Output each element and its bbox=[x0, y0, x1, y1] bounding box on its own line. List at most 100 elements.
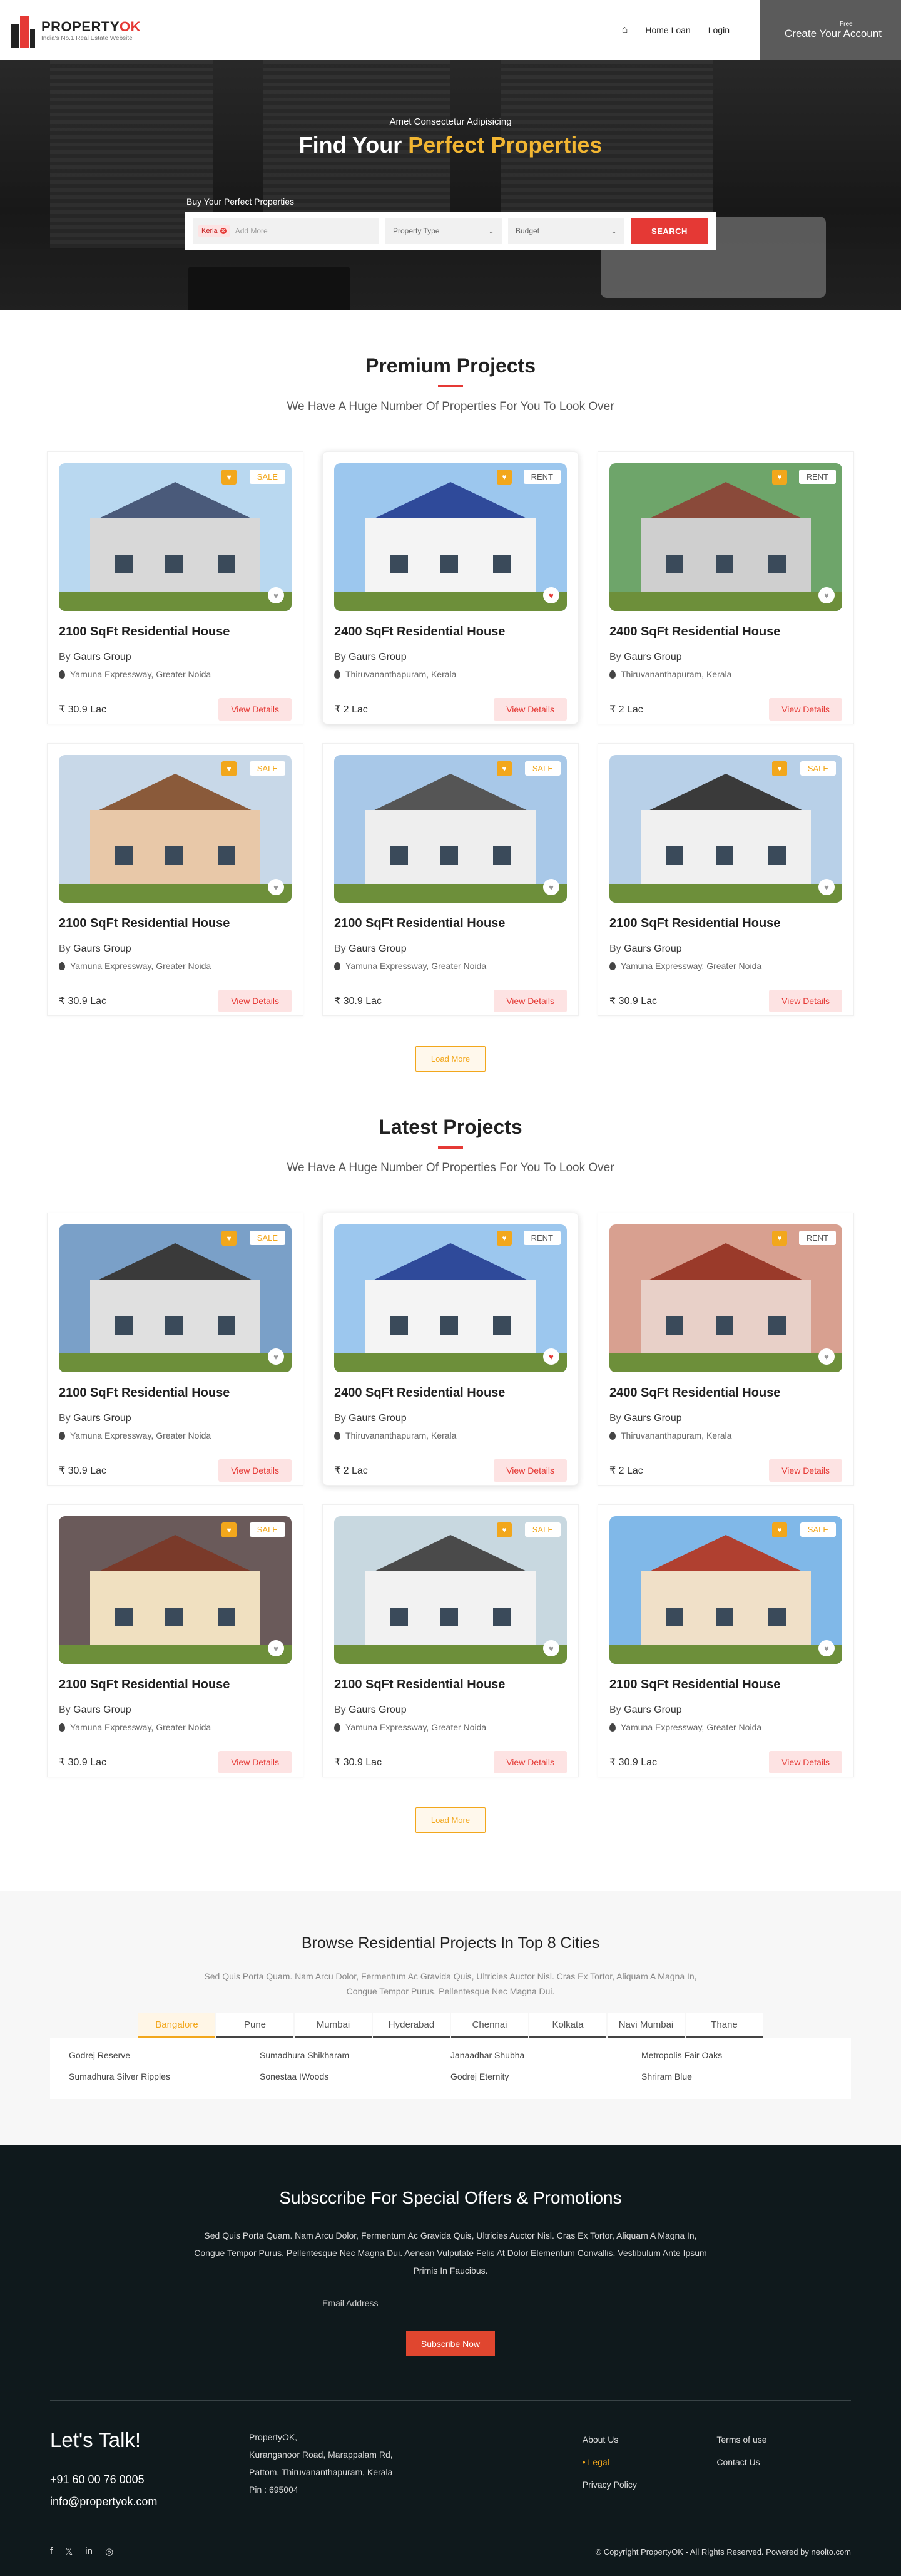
twitter-icon[interactable]: 𝕏 bbox=[65, 2546, 73, 2557]
property-card[interactable]: ♥ SALE ♥ 2100 SqFt Residential House By Gaur… bbox=[47, 1504, 303, 1777]
featured-icon[interactable]: ♥ bbox=[772, 1231, 787, 1246]
view-details-button[interactable]: View Details bbox=[494, 1459, 567, 1482]
featured-icon[interactable]: ♥ bbox=[497, 761, 512, 776]
tab-city[interactable]: Kolkata bbox=[529, 2013, 606, 2038]
view-details-button[interactable]: View Details bbox=[769, 990, 842, 1012]
phone-link[interactable]: +91 60 00 76 0005 bbox=[50, 2473, 249, 2486]
city-project-link[interactable]: Sumadhura Shikharam bbox=[260, 2050, 450, 2060]
property-card[interactable]: ♥ SALE ♥ 2100 SqFt Residential House By Gaur… bbox=[598, 1504, 854, 1777]
property-title[interactable]: 2400 SqFt Residential House bbox=[609, 625, 842, 639]
budget-select[interactable]: Budget ⌄ bbox=[508, 218, 624, 244]
featured-icon[interactable]: ♥ bbox=[497, 1231, 512, 1246]
home-icon[interactable]: ⌂ bbox=[622, 24, 628, 36]
property-card[interactable]: ♥ RENT ♥ 2400 SqFt Residential House By Gaur… bbox=[598, 1213, 854, 1486]
featured-icon[interactable]: ♥ bbox=[497, 1522, 512, 1537]
property-image[interactable]: ♥ SALE ♥ bbox=[59, 755, 292, 903]
featured-icon[interactable]: ♥ bbox=[772, 761, 787, 776]
property-image[interactable]: ♥ RENT ♥ bbox=[334, 463, 567, 611]
instagram-icon[interactable]: ◎ bbox=[105, 2546, 113, 2557]
property-title[interactable]: 2100 SqFt Residential House bbox=[59, 1386, 292, 1400]
load-more-button[interactable]: Load More bbox=[415, 1807, 486, 1833]
tab-city[interactable]: Bangalore bbox=[138, 2013, 215, 2038]
featured-icon[interactable]: ♥ bbox=[221, 761, 237, 776]
property-image[interactable]: ♥ SALE ♥ bbox=[59, 1516, 292, 1664]
favorite-heart-icon[interactable]: ♥ bbox=[268, 1640, 284, 1656]
nav-login[interactable]: Login bbox=[708, 25, 730, 35]
property-image[interactable]: ♥ SALE ♥ bbox=[609, 755, 842, 903]
property-type-select[interactable]: Property Type ⌄ bbox=[385, 218, 502, 244]
property-image[interactable]: ♥ RENT ♥ bbox=[334, 1224, 567, 1372]
view-details-button[interactable]: View Details bbox=[769, 698, 842, 721]
view-details-button[interactable]: View Details bbox=[494, 990, 567, 1012]
privacy-policy-link[interactable]: Privacy Policy bbox=[583, 2473, 717, 2496]
property-title[interactable]: 2100 SqFt Residential House bbox=[334, 1678, 567, 1692]
view-details-button[interactable]: View Details bbox=[769, 1751, 842, 1773]
featured-icon[interactable]: ♥ bbox=[221, 470, 237, 485]
property-card[interactable]: ♥ SALE ♥ 2100 SqFt Residential House By Gaur… bbox=[47, 451, 303, 724]
favorite-heart-icon[interactable]: ♥ bbox=[818, 587, 835, 603]
city-project-link[interactable]: Shriram Blue bbox=[641, 2071, 832, 2081]
property-title[interactable]: 2100 SqFt Residential House bbox=[59, 916, 292, 931]
view-details-button[interactable]: View Details bbox=[494, 698, 567, 721]
featured-icon[interactable]: ♥ bbox=[772, 1522, 787, 1537]
favorite-heart-icon[interactable]: ♥ bbox=[818, 1640, 835, 1656]
property-card[interactable]: ♥ SALE ♥ 2100 SqFt Residential House By Gaur… bbox=[322, 743, 579, 1016]
property-title[interactable]: 2100 SqFt Residential House bbox=[334, 916, 567, 931]
property-title[interactable]: 2100 SqFt Residential House bbox=[59, 625, 292, 639]
legal-link[interactable]: • Legal bbox=[583, 2451, 717, 2473]
property-image[interactable]: ♥ RENT ♥ bbox=[609, 463, 842, 611]
property-title[interactable]: 2400 SqFt Residential House bbox=[334, 1386, 567, 1400]
featured-icon[interactable]: ♥ bbox=[497, 470, 512, 485]
email-field[interactable]: Email Address bbox=[322, 2294, 579, 2312]
create-account-button[interactable]: Free Create Your Account bbox=[760, 0, 901, 60]
property-card[interactable]: ♥ RENT ♥ 2400 SqFt Residential House By Gaur… bbox=[322, 451, 579, 724]
city-project-link[interactable]: Godrej Reserve bbox=[69, 2050, 260, 2060]
property-card[interactable]: ♥ SALE ♥ 2100 SqFt Residential House By Gaur… bbox=[598, 743, 854, 1016]
city-project-link[interactable]: Sonestaa IWoods bbox=[260, 2071, 450, 2081]
property-card[interactable]: ♥ SALE ♥ 2100 SqFt Residential House By Gaur… bbox=[322, 1504, 579, 1777]
property-image[interactable]: ♥ RENT ♥ bbox=[609, 1224, 842, 1372]
facebook-icon[interactable]: f bbox=[50, 2546, 53, 2557]
property-card[interactable]: ♥ RENT ♥ 2400 SqFt Residential House By Gaur… bbox=[322, 1213, 579, 1486]
featured-icon[interactable]: ♥ bbox=[221, 1522, 237, 1537]
property-image[interactable]: ♥ SALE ♥ bbox=[334, 1516, 567, 1664]
property-image[interactable]: ♥ SALE ♥ bbox=[334, 755, 567, 903]
view-details-button[interactable]: View Details bbox=[769, 1459, 842, 1482]
tab-city[interactable]: Mumbai bbox=[295, 2013, 372, 2038]
logo[interactable]: PROPERTYOK India's No.1 Real Estate Webs… bbox=[11, 13, 141, 48]
favorite-heart-icon[interactable]: ♥ bbox=[268, 587, 284, 603]
city-project-link[interactable]: Godrej Eternity bbox=[450, 2071, 641, 2081]
favorite-heart-icon[interactable]: ♥ bbox=[818, 879, 835, 895]
email-link[interactable]: info@propertyok.com bbox=[50, 2495, 249, 2508]
chip-close-icon[interactable]: ✕ bbox=[220, 228, 227, 234]
property-card[interactable]: ♥ SALE ♥ 2100 SqFt Residential House By Gaur… bbox=[47, 1213, 303, 1486]
city-project-link[interactable]: Janaadhar Shubha bbox=[450, 2050, 641, 2060]
property-title[interactable]: 2400 SqFt Residential House bbox=[609, 1386, 842, 1400]
linkedin-icon[interactable]: in bbox=[85, 2546, 93, 2557]
tab-city[interactable]: Thane bbox=[686, 2013, 763, 2038]
favorite-heart-icon[interactable]: ♥ bbox=[818, 1348, 835, 1365]
tab-city[interactable]: Hyderabad bbox=[373, 2013, 450, 2038]
view-details-button[interactable]: View Details bbox=[218, 1751, 292, 1773]
tab-city[interactable]: Navi Mumbai bbox=[608, 2013, 685, 2038]
tab-city[interactable]: Pune bbox=[216, 2013, 293, 2038]
property-image[interactable]: ♥ SALE ♥ bbox=[609, 1516, 842, 1664]
load-more-button[interactable]: Load More bbox=[415, 1046, 486, 1072]
favorite-heart-icon[interactable]: ♥ bbox=[268, 879, 284, 895]
view-details-button[interactable]: View Details bbox=[218, 1459, 292, 1482]
nav-home-loan[interactable]: Home Loan bbox=[645, 25, 690, 35]
search-button[interactable]: SEARCH bbox=[631, 218, 708, 244]
property-card[interactable]: ♥ RENT ♥ 2400 SqFt Residential House By Gaur… bbox=[598, 451, 854, 724]
terms-link[interactable]: Terms of use bbox=[716, 2428, 851, 2451]
about-us-link[interactable]: About Us bbox=[583, 2428, 717, 2451]
property-image[interactable]: ♥ SALE ♥ bbox=[59, 1224, 292, 1372]
city-project-link[interactable]: Sumadhura Silver Ripples bbox=[69, 2071, 260, 2081]
city-project-link[interactable]: Metropolis Fair Oaks bbox=[641, 2050, 832, 2060]
favorite-heart-icon[interactable]: ♥ bbox=[543, 587, 559, 603]
view-details-button[interactable]: View Details bbox=[218, 990, 292, 1012]
favorite-heart-icon[interactable]: ♥ bbox=[543, 1348, 559, 1365]
view-details-button[interactable]: View Details bbox=[494, 1751, 567, 1773]
property-image[interactable]: ♥ SALE ♥ bbox=[59, 463, 292, 611]
contact-us-link[interactable]: Contact Us bbox=[716, 2451, 851, 2473]
featured-icon[interactable]: ♥ bbox=[221, 1231, 237, 1246]
